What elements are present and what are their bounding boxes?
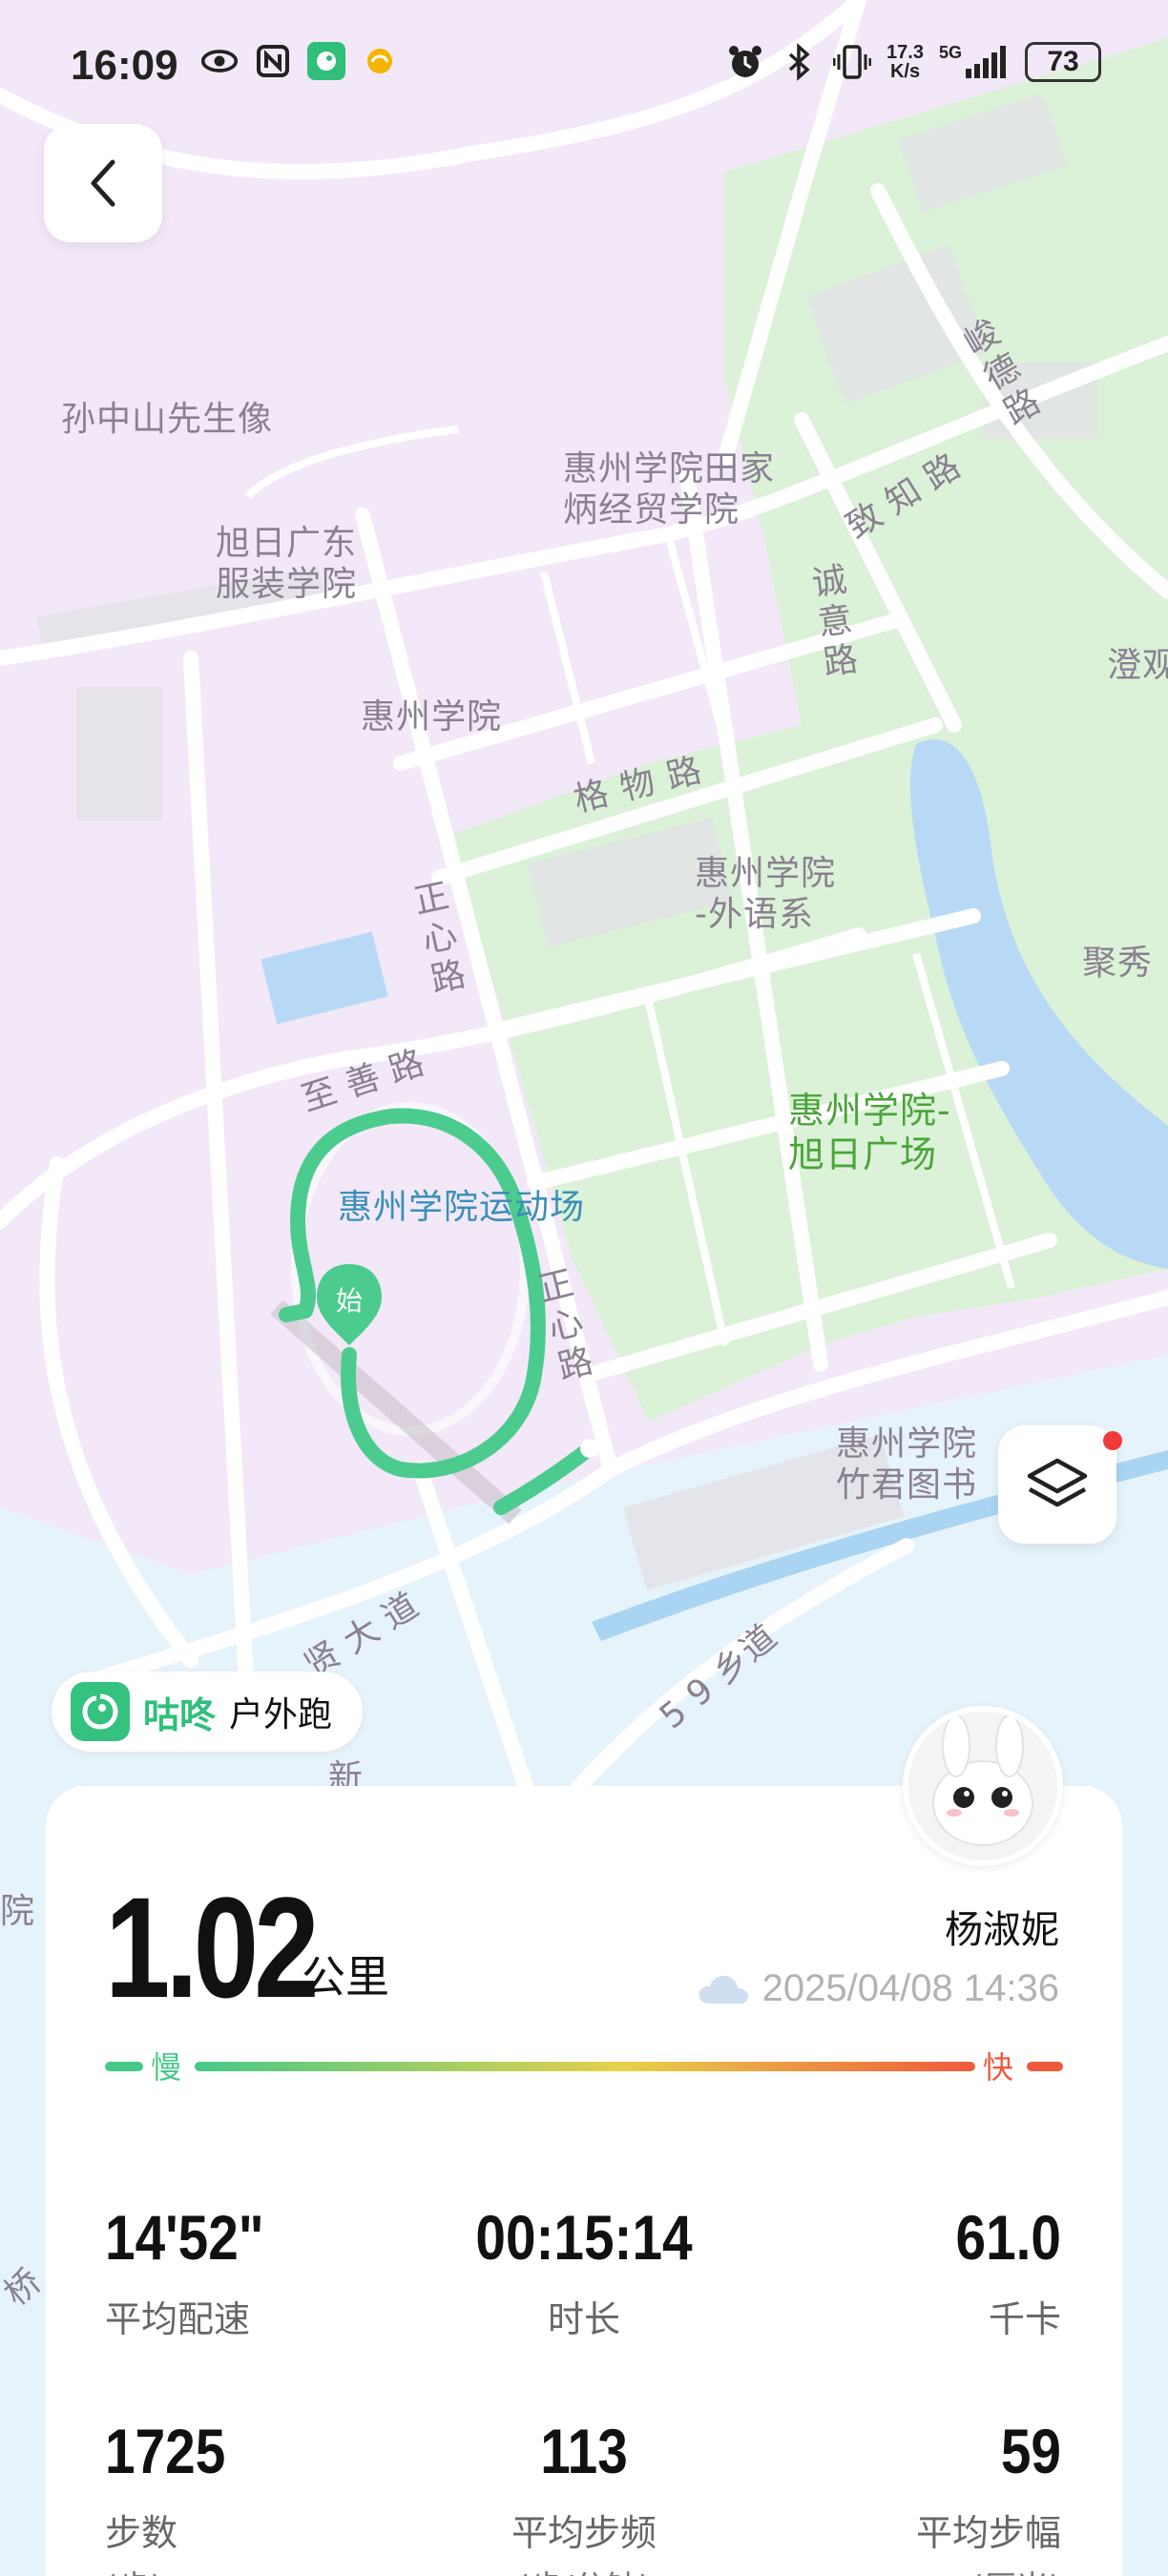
map-label-xuri-square: 惠州学院- 旭日广场 <box>788 1090 951 1175</box>
net-speed: 17.3 K/s <box>886 42 924 82</box>
stat-label: 平均配速 <box>105 2298 251 2340</box>
signal-icon: 5G <box>939 43 1010 81</box>
distance-unit: 公里 <box>302 1951 389 2003</box>
stat-label: 步数 <box>105 2512 178 2554</box>
stat-label: 时长 <box>547 2298 620 2340</box>
pace-fast-swatch <box>1027 2062 1063 2071</box>
map-label-tianjiabing: 惠州学院田家 炳经贸学院 <box>563 449 776 530</box>
cloud-icon <box>699 1975 748 2004</box>
status-icons-left <box>200 42 399 80</box>
stat-steps: 1725 步数 (步) <box>105 2420 429 2576</box>
pace-slow-swatch <box>105 2062 143 2071</box>
chevron-left-icon <box>91 159 115 207</box>
stat-label: 平均步幅 <box>915 2512 1061 2554</box>
stat-value: 00:15:14 <box>475 2202 693 2273</box>
map-label-stadium: 惠州学院运动场 <box>338 1188 586 1227</box>
stat-value: 1725 <box>105 2416 226 2486</box>
vibrate-icon <box>833 43 872 81</box>
route-end-point <box>580 1439 599 1458</box>
stat-duration: 00:15:14 时长 <box>422 2206 746 2342</box>
distance-value: 1.02 <box>105 1867 320 2027</box>
map-label-yuan: 院 <box>0 1892 36 1931</box>
map-label-chengguan: 澄观 <box>1107 646 1168 685</box>
map-label-juxiu: 聚秀 <box>1082 944 1154 983</box>
activity-datetime: 2025/04/08 14:36 <box>761 1967 1059 2009</box>
stat-unit: (步) <box>105 2562 429 2576</box>
start-marker-label: 始 <box>336 1285 363 1317</box>
stat-label: 千卡 <box>988 2298 1061 2340</box>
status-bar: 16:09 17.3 K/s 5G 73 <box>0 0 1168 134</box>
nfc-icon <box>254 42 292 80</box>
network-type: 5G <box>938 43 962 62</box>
status-time: 16:09 <box>71 42 178 89</box>
stat-unit: (步/分钟) <box>422 2562 746 2576</box>
stat-avg-pace: 14'52" 平均配速 <box>105 2206 429 2342</box>
stat-value: 113 <box>540 2416 628 2486</box>
activity-type: 户外跑 <box>229 1695 333 1735</box>
stat-value: 61.0 <box>955 2202 1061 2273</box>
stat-value: 59 <box>1000 2416 1061 2486</box>
map-label-huizhou-univ: 惠州学院 <box>361 697 503 737</box>
stat-calories: 61.0 千卡 <box>737 2206 1061 2342</box>
pace-slow-label: 慢 <box>151 2049 182 2086</box>
stat-label: 平均步频 <box>511 2512 657 2554</box>
layers-icon <box>1027 1458 1088 1507</box>
map-label-xuri-fashion: 旭日广东 服装学院 <box>216 524 358 605</box>
activity-datetime-row: 2025/04/08 14:36 <box>696 1967 1059 2010</box>
notification-dot <box>1103 1431 1122 1450</box>
status-icons-right: 17.3 K/s 5G 73 <box>726 42 1101 82</box>
map-label-sun-yatsen: 孙中山先生像 <box>61 400 274 439</box>
map-label-zhuojun-library: 惠州学院 竹君图书 <box>836 1424 978 1506</box>
stat-stride: 59 平均步幅 (厘米) <box>737 2420 1061 2576</box>
pace-legend-bar: 慢 快 <box>105 2049 1063 2086</box>
gudong-logo-icon <box>71 1682 130 1741</box>
pace-gradient <box>195 2062 975 2071</box>
stat-cadence: 113 平均步频 (步/分钟) <box>422 2420 746 2576</box>
notification-app-icon <box>361 42 399 80</box>
map-label-foreign-lang: 惠州学院 -外语系 <box>695 854 837 935</box>
stat-unit: (厘米) <box>737 2562 1061 2576</box>
stat-value: 14'52" <box>105 2202 264 2273</box>
pace-fast-label: 快 <box>983 2049 1014 2086</box>
bluetooth-icon <box>780 43 818 81</box>
gudong-app-icon <box>307 42 345 80</box>
user-name: 杨淑妮 <box>945 1908 1059 1952</box>
avatar[interactable] <box>903 1706 1063 1866</box>
map-layers-button[interactable] <box>998 1425 1116 1544</box>
battery-icon: 73 <box>1025 42 1101 82</box>
back-button[interactable] <box>44 124 162 242</box>
eye-icon <box>200 42 239 80</box>
avatar-image <box>908 1712 1057 1860</box>
alarm-icon <box>726 43 764 81</box>
app-name: 咕咚 <box>143 1693 217 1736</box>
activity-app-pill: 咕咚 户外跑 <box>52 1672 364 1752</box>
